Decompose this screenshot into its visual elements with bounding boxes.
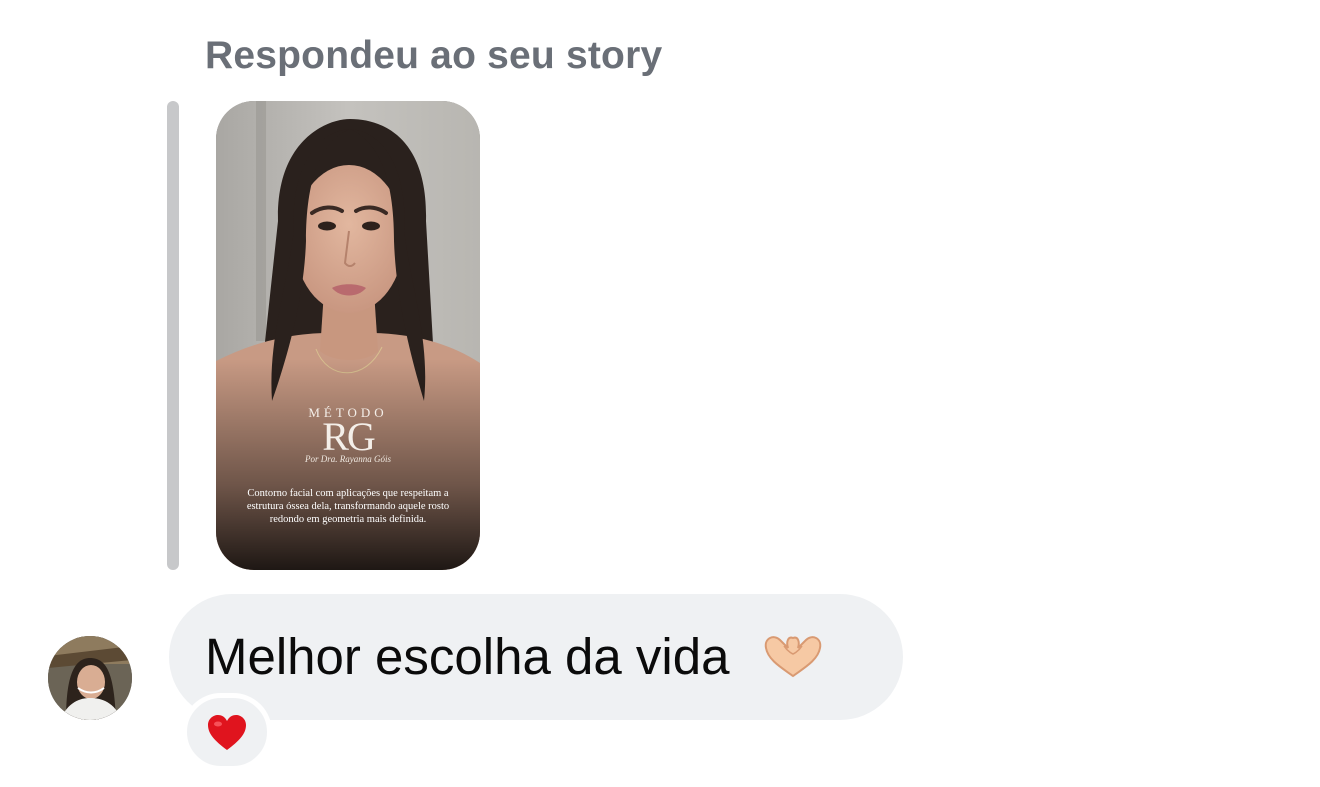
message-text-content: Melhor escolha da vida <box>205 628 730 685</box>
message-text: Melhor escolha da vida <box>205 627 824 692</box>
reaction-badge[interactable] <box>182 693 272 771</box>
quote-bar <box>167 101 179 570</box>
message-bubble[interactable]: Melhor escolha da vida <box>169 594 903 720</box>
heart-hands-emoji <box>762 632 824 692</box>
story-brand-subtitle: Por Dra. Rayanna Góis <box>305 454 391 464</box>
dm-thread: Respondeu ao seu story MÉTODO RG Por Dra… <box>0 0 1320 787</box>
story-brand-logo: RG <box>322 414 376 459</box>
heart-icon <box>208 715 246 750</box>
avatar-photo <box>48 636 132 720</box>
story-thumbnail[interactable]: MÉTODO RG Por Dra. Rayanna Góis Contorno… <box>216 101 480 570</box>
avatar[interactable] <box>48 636 132 720</box>
story-caption: Contorno facial com aplicações que respe… <box>246 488 450 525</box>
replied-to-story-label: Respondeu ao seu story <box>205 34 663 77</box>
